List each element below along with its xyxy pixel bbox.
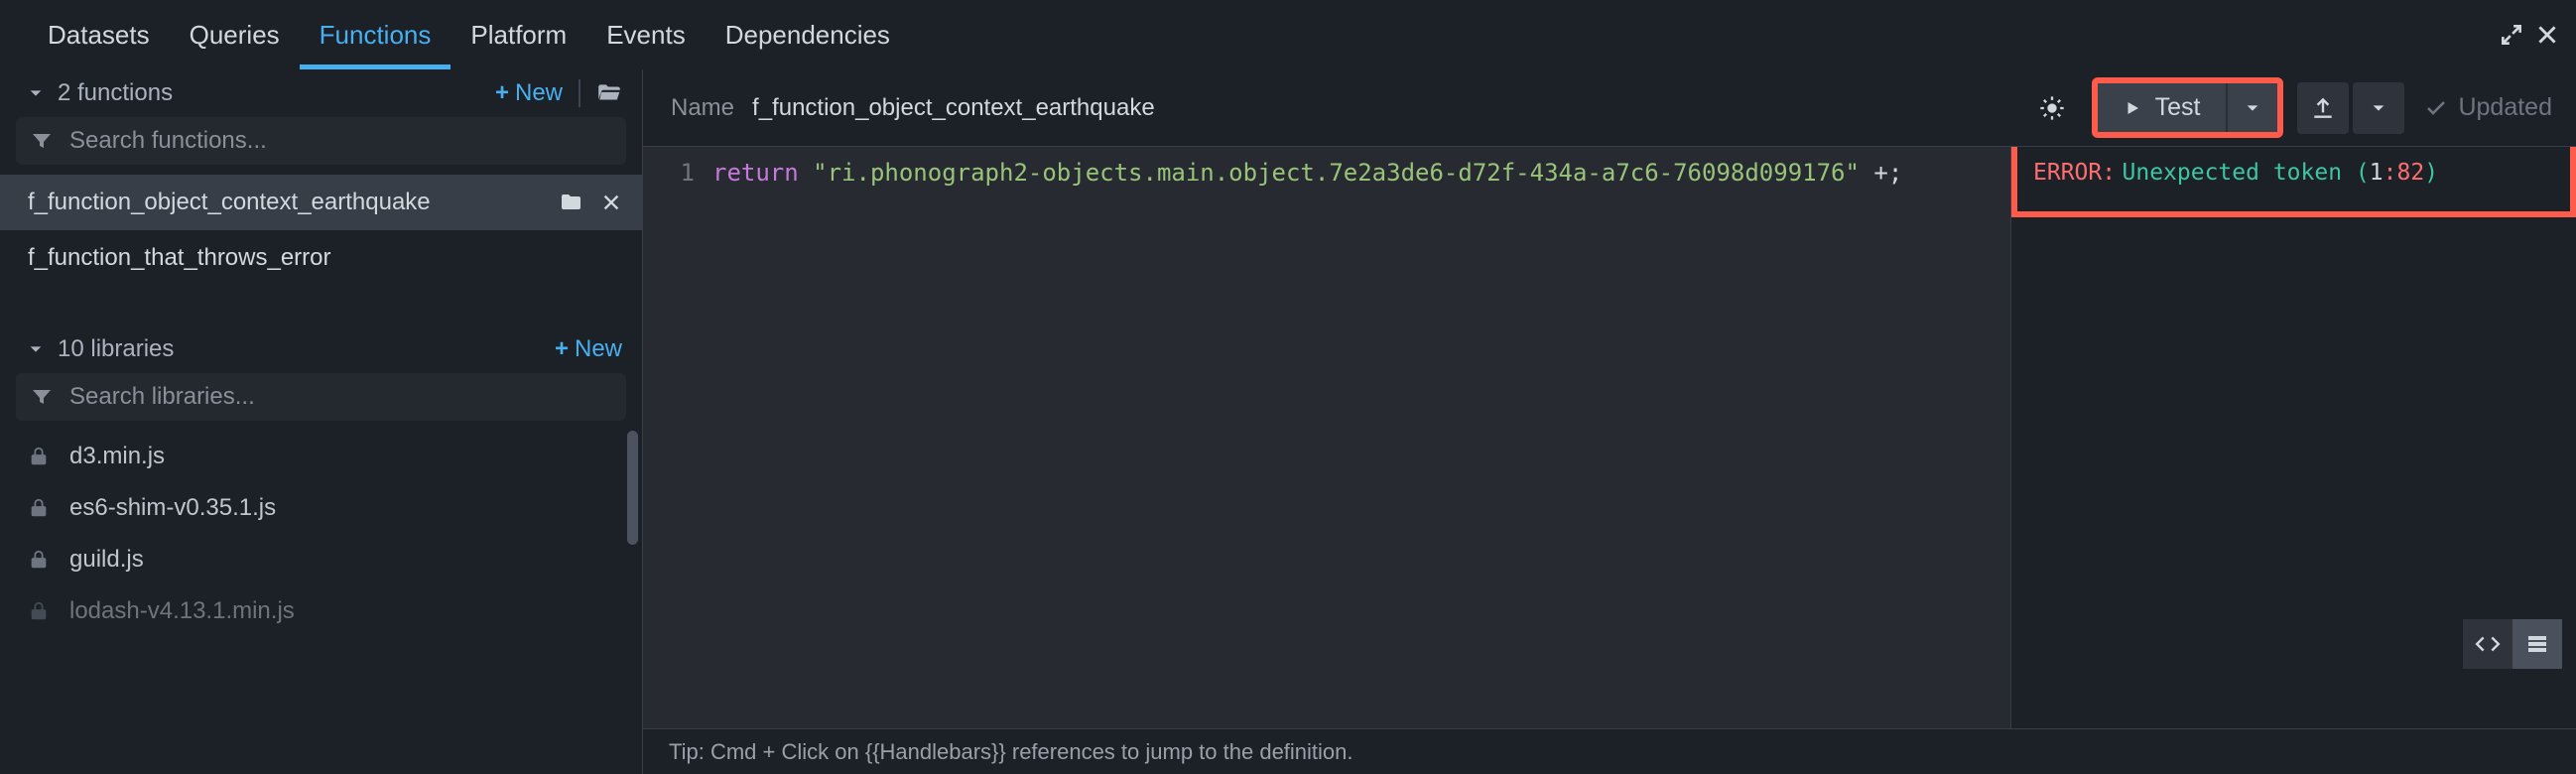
tab-datasets[interactable]: Datasets bbox=[28, 0, 170, 69]
tip-text: Tip: Cmd + Click on {{Handlebars}} refer… bbox=[669, 739, 1353, 765]
editor-column: Name f_function_object_context_earthquak… bbox=[643, 69, 2576, 774]
new-function-button[interactable]: + New bbox=[495, 79, 563, 107]
separator bbox=[579, 79, 580, 107]
error-highlight-box: ERROR: Unexpected token (1:82) bbox=[2011, 147, 2576, 217]
tab-functions[interactable]: Functions bbox=[300, 0, 451, 69]
view-toggle-group bbox=[2463, 619, 2562, 669]
expand-icon[interactable] bbox=[2499, 22, 2524, 48]
libraries-count-label: 10 libraries bbox=[58, 335, 174, 363]
upload-button[interactable] bbox=[2297, 82, 2349, 134]
updated-status: Updated bbox=[2418, 93, 2558, 122]
function-item[interactable]: f_function_that_throws_error bbox=[0, 230, 642, 286]
code-line: return "ri.phonograph2-objects.main.obje… bbox=[712, 159, 1902, 728]
code-view-toggle[interactable] bbox=[2463, 619, 2512, 669]
function-name: f_function_object_context_earthquake bbox=[28, 189, 431, 216]
folder-open-icon[interactable] bbox=[596, 80, 622, 106]
close-icon[interactable] bbox=[600, 192, 622, 213]
upload-dropdown-button[interactable] bbox=[2353, 82, 2404, 134]
tab-queries[interactable]: Queries bbox=[170, 0, 300, 69]
function-name: f_function_that_throws_error bbox=[28, 244, 331, 272]
library-item[interactable]: guild.js bbox=[0, 534, 642, 585]
check-icon bbox=[2424, 96, 2448, 120]
tabs: Datasets Queries Functions Platform Even… bbox=[28, 0, 910, 69]
scrollbar-thumb[interactable] bbox=[627, 431, 638, 545]
test-dropdown-button[interactable] bbox=[2226, 83, 2277, 132]
library-list: d3.min.js es6-shim-v0.35.1.js guild.js bbox=[0, 431, 642, 643]
tab-platform[interactable]: Platform bbox=[451, 0, 586, 69]
updated-label: Updated bbox=[2458, 93, 2552, 122]
error-message: Unexpected token (1:82) bbox=[2123, 160, 2439, 186]
line-number: 1 bbox=[643, 159, 695, 187]
library-name: d3.min.js bbox=[69, 443, 165, 470]
new-library-button[interactable]: + New bbox=[555, 335, 622, 363]
string-literal: "ri.phonograph2-objects.main.object.7e2a… bbox=[813, 159, 1860, 187]
plus-icon: + bbox=[555, 335, 569, 363]
editor-toolbar: Name f_function_object_context_earthquak… bbox=[643, 69, 2576, 147]
play-icon bbox=[2124, 99, 2141, 117]
functions-count-label: 2 functions bbox=[58, 79, 173, 107]
code-tail: +; bbox=[1860, 159, 1902, 187]
lock-icon bbox=[28, 446, 50, 467]
filter-icon bbox=[30, 129, 54, 153]
caret-down-icon[interactable] bbox=[28, 85, 44, 101]
library-name: lodash-v4.13.1.min.js bbox=[69, 597, 295, 625]
tab-events[interactable]: Events bbox=[586, 0, 706, 69]
code-editor[interactable]: 1 return "ri.phonograph2-objects.main.ob… bbox=[643, 147, 2010, 728]
lock-icon bbox=[28, 497, 50, 519]
filter-icon bbox=[30, 385, 54, 409]
error-label: ERROR: bbox=[2033, 160, 2116, 186]
search-libraries-input[interactable] bbox=[69, 383, 612, 411]
test-button[interactable]: Test bbox=[2098, 83, 2227, 132]
caret-down-icon bbox=[2371, 100, 2386, 116]
function-list: f_function_object_context_earthquake f_f… bbox=[0, 175, 642, 286]
name-label: Name bbox=[671, 94, 734, 122]
top-tab-bar: Datasets Queries Functions Platform Even… bbox=[0, 0, 2576, 69]
tab-dependencies[interactable]: Dependencies bbox=[706, 0, 910, 69]
function-item[interactable]: f_function_object_context_earthquake bbox=[0, 175, 642, 230]
library-name: es6-shim-v0.35.1.js bbox=[69, 494, 276, 522]
library-item[interactable]: d3.min.js bbox=[0, 431, 642, 482]
lock-icon bbox=[28, 600, 50, 622]
functions-section-header: 2 functions + New bbox=[0, 69, 642, 117]
upload-icon bbox=[2310, 95, 2336, 121]
new-label: New bbox=[515, 79, 563, 107]
debug-icon[interactable] bbox=[2026, 82, 2078, 134]
table-icon bbox=[2525, 632, 2549, 656]
library-item[interactable]: es6-shim-v0.35.1.js bbox=[0, 482, 642, 534]
library-name: guild.js bbox=[69, 546, 144, 574]
close-icon[interactable] bbox=[2534, 22, 2560, 48]
library-item[interactable]: lodash-v4.13.1.min.js bbox=[0, 585, 642, 637]
code-icon bbox=[2475, 631, 2501, 657]
folder-icon[interactable] bbox=[559, 191, 582, 214]
search-functions[interactable] bbox=[16, 117, 626, 165]
gutter: 1 bbox=[643, 159, 712, 728]
caret-down-icon[interactable] bbox=[28, 341, 44, 357]
caret-down-icon bbox=[2245, 100, 2260, 116]
test-button-group: Test bbox=[2092, 77, 2284, 138]
libraries-section-header: 10 libraries + New bbox=[0, 325, 642, 373]
plus-icon: + bbox=[495, 79, 509, 107]
table-view-toggle[interactable] bbox=[2512, 619, 2562, 669]
search-functions-input[interactable] bbox=[69, 127, 612, 155]
search-libraries[interactable] bbox=[16, 373, 626, 421]
new-label: New bbox=[575, 335, 622, 363]
lock-icon bbox=[28, 549, 50, 571]
error-pane: ERROR: Unexpected token (1:82) bbox=[2010, 147, 2576, 728]
name-value: f_function_object_context_earthquake bbox=[752, 94, 1155, 122]
test-label: Test bbox=[2155, 93, 2201, 122]
sidebar: 2 functions + New bbox=[0, 69, 643, 774]
keyword: return bbox=[712, 159, 799, 187]
window-controls bbox=[2499, 22, 2560, 48]
tip-bar: Tip: Cmd + Click on {{Handlebars}} refer… bbox=[643, 728, 2576, 774]
